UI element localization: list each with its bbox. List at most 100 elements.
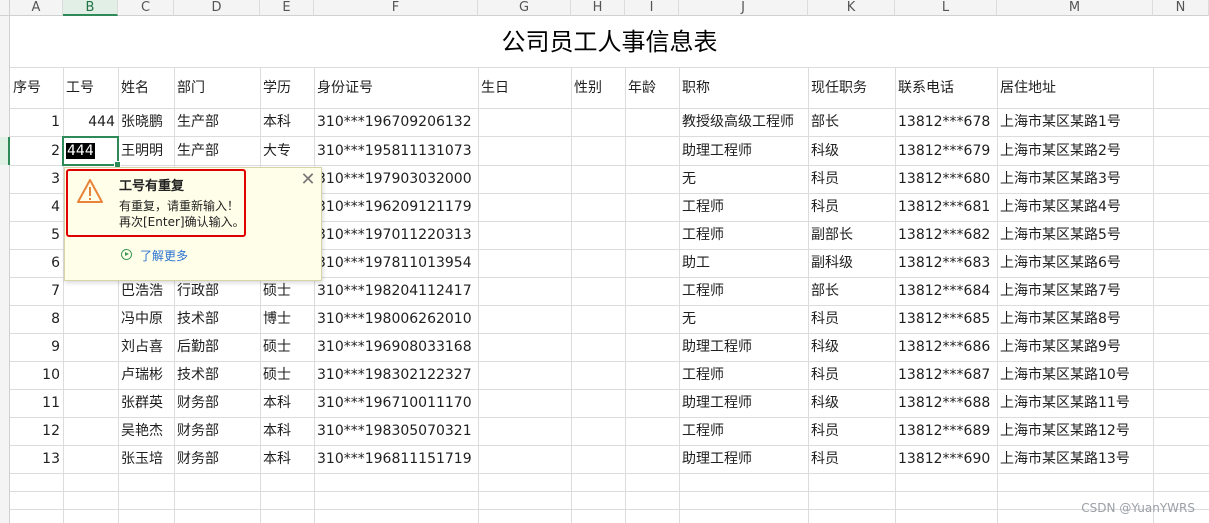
table-cell-title[interactable]: 无 xyxy=(679,305,808,333)
table-cell-seq[interactable]: 6 xyxy=(10,249,63,277)
column-header-a[interactable]: A xyxy=(10,0,63,16)
table-cell-dept[interactable]: 行政部 xyxy=(174,277,260,305)
header-cell[interactable]: 部门 xyxy=(174,74,260,102)
table-cell-post[interactable]: 科员 xyxy=(808,193,895,221)
select-all-corner[interactable] xyxy=(0,0,10,16)
header-cell[interactable]: 工号 xyxy=(63,74,118,102)
row-header-gutter[interactable] xyxy=(0,16,10,523)
table-cell-post[interactable]: 科员 xyxy=(808,445,895,473)
table-cell-seq[interactable]: 9 xyxy=(10,333,63,361)
table-cell-name[interactable]: 吴艳杰 xyxy=(118,417,174,445)
table-cell-id[interactable] xyxy=(63,361,118,389)
column-header-l[interactable]: L xyxy=(895,0,997,16)
table-cell-addr[interactable]: 上海市某区某路2号 xyxy=(997,137,1153,165)
table-cell-dept[interactable]: 财务部 xyxy=(174,417,260,445)
table-cell-dept[interactable]: 后勤部 xyxy=(174,333,260,361)
table-cell-idno[interactable]: 310***196710011170 xyxy=(314,389,478,417)
table-cell-post[interactable]: 科级 xyxy=(808,137,895,165)
table-cell-name[interactable]: 张玉培 xyxy=(118,445,174,473)
column-header-g[interactable]: G xyxy=(478,0,571,16)
table-cell-title[interactable]: 助理工程师 xyxy=(679,137,808,165)
table-cell-seq[interactable]: 7 xyxy=(10,277,63,305)
table-cell-title[interactable]: 助理工程师 xyxy=(679,445,808,473)
table-cell-dept[interactable]: 财务部 xyxy=(174,389,260,417)
table-cell-post[interactable]: 部长 xyxy=(808,277,895,305)
table-cell-addr[interactable]: 上海市某区某路3号 xyxy=(997,165,1153,193)
table-cell-dept[interactable]: 技术部 xyxy=(174,305,260,333)
table-cell-seq[interactable]: 11 xyxy=(10,389,63,417)
column-header-m[interactable]: M xyxy=(997,0,1153,16)
table-cell-post[interactable]: 科级 xyxy=(808,389,895,417)
table-cell-title[interactable]: 工程师 xyxy=(679,193,808,221)
table-cell-phone[interactable]: 13812***690 xyxy=(895,445,997,473)
table-cell-id[interactable] xyxy=(63,305,118,333)
table-cell-edu[interactable]: 本科 xyxy=(260,445,314,473)
table-cell-seq[interactable]: 3 xyxy=(10,165,63,193)
table-cell-post[interactable]: 部长 xyxy=(808,108,895,136)
table-cell-addr[interactable]: 上海市某区某路9号 xyxy=(997,333,1153,361)
header-cell[interactable]: 生日 xyxy=(478,74,571,102)
table-cell-edu[interactable]: 硕士 xyxy=(260,333,314,361)
table-cell-idno[interactable]: 310***196811151719 xyxy=(314,445,478,473)
table-cell-idno[interactable]: 310***197811013954 xyxy=(314,249,478,277)
column-header-e[interactable]: E xyxy=(260,0,314,16)
header-cell[interactable]: 性别 xyxy=(571,74,625,102)
table-cell-post[interactable]: 科员 xyxy=(808,305,895,333)
table-cell-seq[interactable]: 4 xyxy=(10,193,63,221)
table-cell-title[interactable]: 无 xyxy=(679,165,808,193)
table-cell-edu[interactable]: 博士 xyxy=(260,305,314,333)
table-cell-addr[interactable]: 上海市某区某路1号 xyxy=(997,108,1153,136)
column-header-h[interactable]: H xyxy=(571,0,625,16)
table-cell-id[interactable] xyxy=(63,417,118,445)
table-cell-idno[interactable]: 310***198006262010 xyxy=(314,305,478,333)
table-cell-title[interactable]: 教授级高级工程师 xyxy=(679,108,808,136)
table-cell-idno[interactable]: 310***198302122327 xyxy=(314,361,478,389)
table-cell-seq[interactable]: 8 xyxy=(10,305,63,333)
table-cell-seq[interactable]: 2 xyxy=(10,137,63,165)
table-cell-phone[interactable]: 13812***684 xyxy=(895,277,997,305)
table-cell-seq[interactable]: 10 xyxy=(10,361,63,389)
table-cell-name[interactable]: 王明明 xyxy=(118,137,174,165)
header-cell[interactable]: 居住地址 xyxy=(997,74,1153,102)
column-header-k[interactable]: K xyxy=(808,0,895,16)
column-header-i[interactable]: I xyxy=(625,0,679,16)
table-cell-title[interactable]: 工程师 xyxy=(679,361,808,389)
table-cell-idno[interactable]: 310***196209121179 xyxy=(314,193,478,221)
active-cell-frame[interactable] xyxy=(62,136,121,168)
table-cell-post[interactable]: 科级 xyxy=(808,333,895,361)
header-cell[interactable]: 年龄 xyxy=(625,74,679,102)
table-cell-title[interactable]: 助理工程师 xyxy=(679,333,808,361)
header-cell[interactable]: 序号 xyxy=(10,74,63,102)
table-cell-id[interactable] xyxy=(63,445,118,473)
table-cell-title[interactable]: 助理工程师 xyxy=(679,389,808,417)
table-cell-title[interactable]: 助工 xyxy=(679,249,808,277)
table-cell-edu[interactable]: 本科 xyxy=(260,108,314,136)
table-cell-phone[interactable]: 13812***688 xyxy=(895,389,997,417)
table-cell-addr[interactable]: 上海市某区某路4号 xyxy=(997,193,1153,221)
table-cell-name[interactable]: 卢瑞彬 xyxy=(118,361,174,389)
header-cell[interactable]: 姓名 xyxy=(118,74,174,102)
table-cell-phone[interactable]: 13812***689 xyxy=(895,417,997,445)
table-cell-addr[interactable]: 上海市某区某路12号 xyxy=(997,417,1153,445)
table-cell-addr[interactable]: 上海市某区某路7号 xyxy=(997,277,1153,305)
table-cell-idno[interactable]: 310***198204112417 xyxy=(314,277,478,305)
table-cell-seq[interactable]: 13 xyxy=(10,445,63,473)
column-header-f[interactable]: F xyxy=(314,0,478,16)
table-cell-addr[interactable]: 上海市某区某路13号 xyxy=(997,445,1153,473)
table-cell-addr[interactable]: 上海市某区某路10号 xyxy=(997,361,1153,389)
table-cell-idno[interactable]: 310***195811131073 xyxy=(314,137,478,165)
column-header-j[interactable]: J xyxy=(679,0,808,16)
row-header-selected[interactable] xyxy=(0,137,10,165)
table-cell-dept[interactable]: 财务部 xyxy=(174,445,260,473)
table-cell-name[interactable]: 巴浩浩 xyxy=(118,277,174,305)
table-cell-idno[interactable]: 310***198305070321 xyxy=(314,417,478,445)
table-cell-phone[interactable]: 13812***680 xyxy=(895,165,997,193)
table-cell-addr[interactable]: 上海市某区某路6号 xyxy=(997,249,1153,277)
spreadsheet[interactable]: ABCDEFGHIJKLMN 公司员工人事信息表 序号 工号 姓名 部门 学历 身份证号生… xyxy=(0,0,1209,523)
table-cell-post[interactable]: 副部长 xyxy=(808,221,895,249)
table-cell-phone[interactable]: 13812***685 xyxy=(895,305,997,333)
table-cell-id[interactable] xyxy=(63,389,118,417)
close-icon[interactable]: ✕ xyxy=(300,171,316,189)
table-cell-post[interactable]: 科员 xyxy=(808,361,895,389)
table-cell-title[interactable]: 工程师 xyxy=(679,417,808,445)
